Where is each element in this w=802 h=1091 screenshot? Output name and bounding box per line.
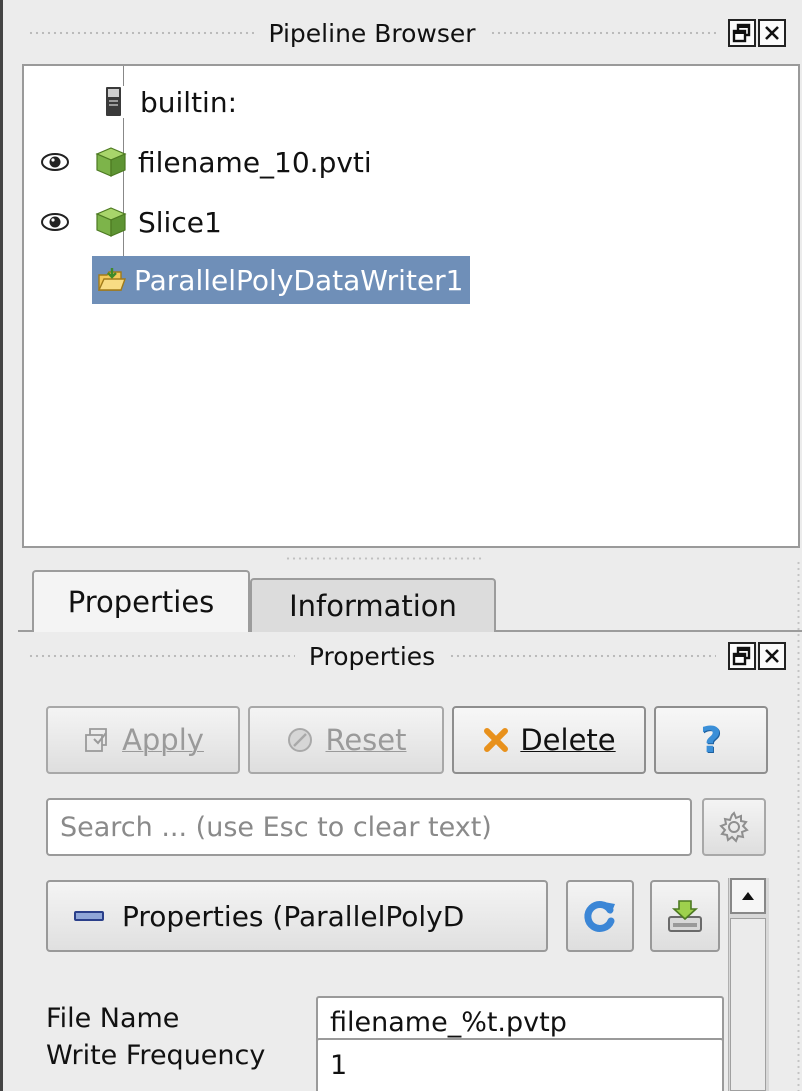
apply-icon xyxy=(85,728,107,752)
pipeline-item-filename[interactable]: filename_10.pvti xyxy=(94,142,372,182)
delete-label: Delete xyxy=(520,723,616,757)
green-cube-icon xyxy=(95,147,127,177)
tab-label: Properties xyxy=(67,585,215,619)
grip-dots xyxy=(489,30,716,36)
close-icon xyxy=(765,649,779,663)
paraview-side-panel: Pipeline Browser builtin: filename_10.pv… xyxy=(0,0,802,1091)
grip-dots xyxy=(28,30,255,36)
properties-search-input[interactable] xyxy=(46,798,692,856)
window-edge xyxy=(0,0,3,1091)
properties-title: Properties xyxy=(308,641,436,671)
eye-icon[interactable] xyxy=(40,152,70,172)
undock-icon xyxy=(732,646,751,666)
properties-titlebar[interactable]: Properties xyxy=(18,634,786,678)
close-button[interactable] xyxy=(758,642,786,670)
pipeline-item-writer[interactable]: ParallelPolyDataWriter1 xyxy=(92,256,470,304)
pipeline-item-label: Slice1 xyxy=(138,205,222,239)
refresh-icon xyxy=(584,901,615,932)
apply-button[interactable]: Apply xyxy=(46,706,240,774)
undock-button[interactable] xyxy=(728,19,756,47)
pipeline-item-builtin[interactable]: builtin: xyxy=(104,82,237,122)
splitter-handle[interactable] xyxy=(285,556,485,561)
section-label: Properties (ParallelPolyD xyxy=(122,899,465,933)
save-icon xyxy=(668,900,702,932)
grip-dots xyxy=(28,653,295,659)
close-button[interactable] xyxy=(758,19,786,47)
eye-icon[interactable] xyxy=(40,212,70,232)
writer-folder-icon xyxy=(97,268,126,291)
scroll-thumb[interactable] xyxy=(730,918,766,1091)
gear-icon xyxy=(719,811,749,843)
write-frequency-field[interactable]: 1 xyxy=(316,1038,724,1091)
apply-label: Apply xyxy=(122,723,204,757)
resize-handle[interactable] xyxy=(796,560,801,1091)
pipeline-item-label: filename_10.pvti xyxy=(138,145,372,179)
tab-label: Information xyxy=(289,589,457,623)
close-icon xyxy=(765,26,779,40)
reload-button[interactable] xyxy=(566,880,634,952)
grip-dots xyxy=(449,653,716,659)
file-name-value: filename_%t.pvtp xyxy=(330,1006,567,1038)
reset-label: Reset xyxy=(325,723,407,757)
scroll-up-button[interactable] xyxy=(730,878,766,914)
advanced-properties-button[interactable] xyxy=(702,798,766,856)
properties-section-toggle[interactable]: Properties (ParallelPolyD xyxy=(46,880,548,952)
tab-properties[interactable]: Properties xyxy=(32,570,250,632)
pipeline-item-slice1[interactable]: Slice1 xyxy=(94,202,222,242)
green-cube-icon xyxy=(95,207,127,237)
reset-button[interactable]: Reset xyxy=(248,706,444,774)
help-icon: ? xyxy=(700,719,722,761)
write-frequency-value: 1 xyxy=(330,1050,348,1081)
save-defaults-button[interactable] xyxy=(650,880,720,952)
pipeline-item-label: ParallelPolyDataWriter1 xyxy=(134,263,464,297)
undock-icon xyxy=(732,23,751,43)
help-button[interactable]: ? xyxy=(654,706,768,774)
server-icon xyxy=(104,86,124,118)
pipeline-tree[interactable]: builtin: filename_10.pvti Slice1 Paralle… xyxy=(22,64,800,548)
file-name-label: File Name xyxy=(46,1003,180,1034)
delete-button[interactable]: Delete xyxy=(452,706,646,774)
reset-icon xyxy=(288,728,313,752)
pipeline-browser-title: Pipeline Browser xyxy=(268,18,476,48)
pipeline-item-label: builtin: xyxy=(140,85,238,119)
undock-button[interactable] xyxy=(728,642,756,670)
collapse-icon xyxy=(74,911,104,921)
tab-information[interactable]: Information xyxy=(250,578,496,632)
write-frequency-label: Write Frequency xyxy=(46,1040,266,1071)
delete-x-icon xyxy=(484,728,509,752)
pipeline-browser-titlebar[interactable]: Pipeline Browser xyxy=(18,11,786,55)
arrow-up-icon xyxy=(742,892,754,900)
